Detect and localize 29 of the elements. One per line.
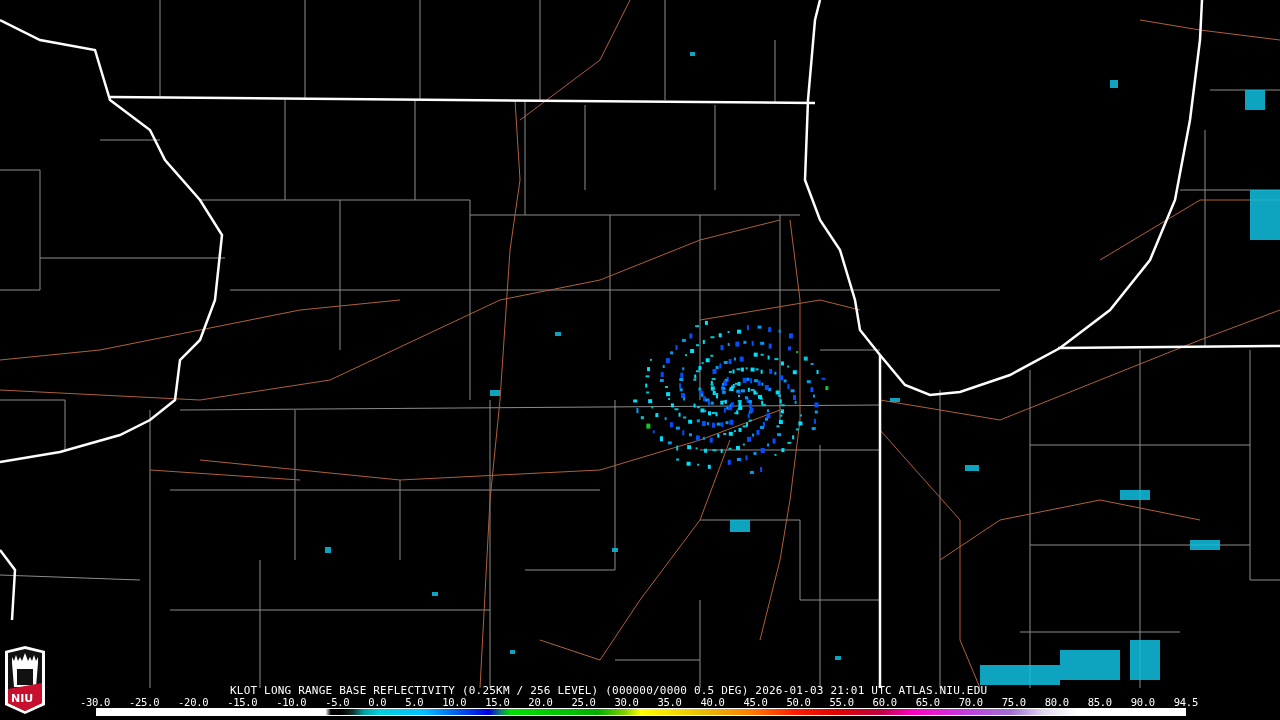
scale-label: 5.0 (405, 697, 424, 708)
scale-label: -10.0 (276, 697, 307, 708)
scale-label: 94.5 (1173, 697, 1198, 708)
product-title: KLOT LONG RANGE BASE REFLECTIVITY (0.25KM / 256 LEVEL) (000000/0000 0.5 DEG) 2026-01-03 21:01 UTC ATLAS.NIU.EDU (230, 685, 989, 697)
scale-label: 75.0 (1001, 697, 1026, 708)
scale-label: 70.0 (958, 697, 983, 708)
scale-label: -30.0 (80, 697, 111, 708)
scale-label: 55.0 (829, 697, 854, 708)
scale-label: 20.0 (528, 697, 553, 708)
shield-icon (3, 645, 47, 715)
scale-label: 80.0 (1044, 697, 1069, 708)
scale-label: 90.0 (1130, 697, 1155, 708)
scale-label: 15.0 (485, 697, 510, 708)
scale-label: -20.0 (178, 697, 209, 708)
scale-label: 60.0 (872, 697, 897, 708)
scale-label: 0.0 (368, 697, 387, 708)
scale-label: 35.0 (657, 697, 682, 708)
scale-label: -25.0 (129, 697, 160, 708)
scale-label: 30.0 (614, 697, 639, 708)
scale-label: 45.0 (743, 697, 768, 708)
scale-label: -5.0 (325, 697, 350, 708)
scale-label: 50.0 (786, 697, 811, 708)
logo-text: NIU (11, 693, 34, 705)
scale-label: 10.0 (442, 697, 467, 708)
scale-label: 25.0 (571, 697, 596, 708)
scale-label: 40.0 (700, 697, 725, 708)
scale-label: 65.0 (915, 697, 940, 708)
scale-label: -15.0 (227, 697, 258, 708)
scale-label: 85.0 (1087, 697, 1112, 708)
